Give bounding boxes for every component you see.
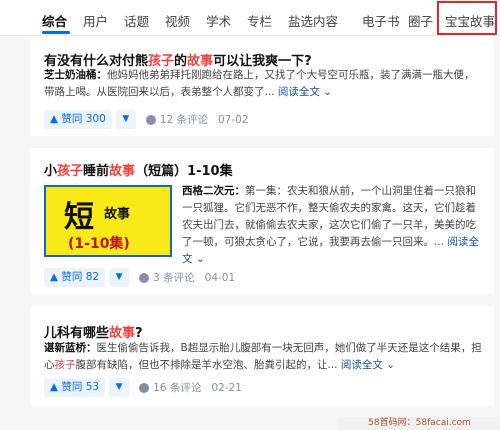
highlight-box <box>437 1 497 35</box>
comment-icon <box>139 272 150 283</box>
author-name[interactable]: 谌新蓝桥： <box>44 342 97 354</box>
title-highlight: 故事 <box>109 164 136 179</box>
result-card: 儿科有哪些故事? 谌新蓝桥：医生偷偷告诉我，B超显示胎儿腹部有一块无回声，她们做… <box>30 306 494 406</box>
title-text: （短篇）1-10集 <box>135 164 233 179</box>
downvote-button[interactable]: ▼ <box>115 110 136 129</box>
thumbnail-subtitle: 故事 <box>104 207 131 222</box>
tab-users[interactable]: 用户 <box>83 11 108 30</box>
tab-salt-content[interactable]: 盐选内容 <box>288 11 338 30</box>
title-text: ? <box>135 326 143 341</box>
upvote-button[interactable]: ▲ 赞同 82 <box>44 268 106 287</box>
author-name[interactable]: 西格二次元： <box>182 185 245 197</box>
title-text: 睡前 <box>83 164 110 179</box>
watermark: 58首码网：58facai.com <box>339 417 500 430</box>
comment-icon <box>139 382 150 393</box>
title-highlight: 故事 <box>109 326 136 341</box>
title-text: 儿科有哪些 <box>44 326 110 341</box>
author-name[interactable]: 芝士奶油桶： <box>44 69 107 81</box>
action-bar: ▲ 赞同 300 ▼ 12 条评论 07-02 <box>44 110 249 129</box>
read-more-label: 阅读全文 <box>340 359 383 371</box>
result-card: 有没有什么对付熊孩子的故事可以让我爽一下? 芝士奶油桶：他妈妈他弟弟拜托刚跑给在… <box>30 36 494 136</box>
excerpt-text: 他妈妈他弟弟拜托刚跑给在路上，又找了个大号空可乐瓶，装了满满一瓶大便，带路上喝。… <box>44 69 475 98</box>
tab-academic[interactable]: 学术 <box>206 11 231 30</box>
comment-count[interactable]: 12 条评论 <box>160 112 208 127</box>
downvote-button[interactable]: ▼ <box>109 378 130 397</box>
search-tab-bar: 综合 用户 话题 视频 学术 专栏 盐选内容 电子书 圈子 宝宝故事 <box>0 0 500 36</box>
title-text: 小 <box>44 164 58 179</box>
excerpt-text: 腹部有缺陷，但也不排除是羊水空泡、胎粪引起的，让... <box>75 359 338 371</box>
result-title[interactable]: 儿科有哪些故事? <box>44 322 143 341</box>
result-excerpt[interactable]: 西格二次元：第一集：农夫和狼从前，一个山洞里住着一只狼和一只狐狸。它们无恶不作，… <box>182 183 482 268</box>
action-bar: ▲ 赞同 53 ▼ 16 条评论 02-21 <box>44 378 242 397</box>
comment-count[interactable]: 16 条评论 <box>153 380 201 395</box>
read-more-label: 阅读全文 <box>277 86 320 98</box>
result-thumbnail[interactable]: 短 故事 (1-10集) <box>44 185 172 257</box>
tab-circles[interactable]: 圈子 <box>408 11 433 30</box>
thumbnail-episode-range: (1-10集) <box>68 236 130 252</box>
tab-videos[interactable]: 视频 <box>165 11 190 30</box>
comment-count[interactable]: 3 条评论 <box>153 270 195 285</box>
tab-comprehensive[interactable]: 综合 <box>42 11 67 30</box>
upvote-button[interactable]: ▲ 赞同 53 <box>44 378 106 397</box>
tab-topics[interactable]: 话题 <box>124 11 149 30</box>
excerpt-highlight: 孩子 <box>54 359 76 371</box>
chevron-down-icon: ⌄ <box>386 359 396 371</box>
read-more-link[interactable]: 阅读全文 ⌄ <box>341 359 395 371</box>
chevron-down-icon: ⌄ <box>323 86 333 98</box>
post-date: 04-01 <box>204 271 236 284</box>
result-excerpt[interactable]: 谌新蓝桥：医生偷偷告诉我，B超显示胎儿腹部有一块无回声，她们做了半天还是这个结果… <box>44 340 484 374</box>
upvote-button[interactable]: ▲ 赞同 300 <box>44 110 112 129</box>
read-more-link[interactable]: 阅读全文 ⌄ <box>278 86 332 98</box>
downvote-button[interactable]: ▼ <box>109 268 130 287</box>
result-card: 小孩子睡前故事（短篇）1-10集 短 故事 (1-10集) 西格二次元：第一集：… <box>30 148 494 294</box>
thumbnail-big-char: 短 <box>64 200 94 235</box>
post-date: 02-21 <box>211 381 242 394</box>
result-excerpt[interactable]: 芝士奶油桶：他妈妈他弟弟拜托刚跑给在路上，又找了个大号空可乐瓶，装了满满一瓶大便… <box>44 67 484 101</box>
tab-ebooks[interactable]: 电子书 <box>362 11 400 30</box>
title-highlight: 孩子 <box>57 164 84 179</box>
tab-columns[interactable]: 专栏 <box>247 11 272 30</box>
result-title[interactable]: 小孩子睡前故事（短篇）1-10集 <box>44 160 233 179</box>
active-tab-indicator <box>42 31 70 34</box>
comment-icon <box>145 114 156 125</box>
chevron-down-icon: ⌄ <box>195 253 205 265</box>
post-date: 07-02 <box>218 113 249 126</box>
action-bar: ▲ 赞同 82 ▼ 3 条评论 04-01 <box>44 268 235 287</box>
